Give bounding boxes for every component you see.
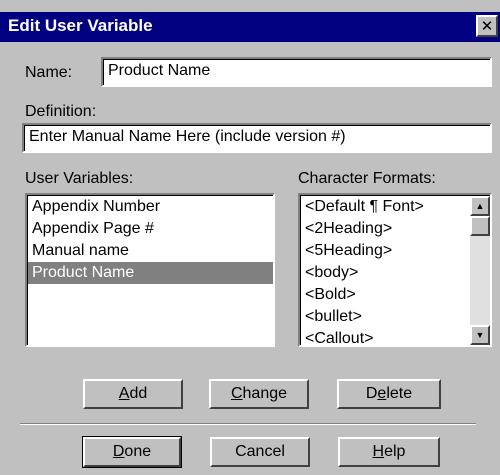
- character-formats-list[interactable]: <Default ¶ Font> <2Heading> <5Heading> <bod…: [298, 193, 492, 347]
- cancel-button-label: Cancel: [235, 443, 285, 460]
- user-variable-item[interactable]: Appendix Number: [28, 196, 273, 218]
- delete-button-label: Delete: [365, 385, 413, 402]
- character-format-item[interactable]: <bullet>: [301, 306, 470, 328]
- character-formats-scrollbar[interactable]: ▲ ▼: [470, 196, 490, 345]
- name-input[interactable]: Product Name: [101, 57, 492, 87]
- user-variables-list-items: Appendix Number Appendix Page # Manual nam…: [27, 195, 273, 345]
- scroll-down-button[interactable]: ▼: [470, 325, 490, 345]
- scroll-down-icon: ▼: [475, 330, 485, 340]
- done-button-label: Done: [112, 443, 152, 460]
- add-button[interactable]: Add: [83, 379, 183, 409]
- change-button[interactable]: Change: [209, 379, 309, 409]
- user-variables-list[interactable]: Appendix Number Appendix Page # Manual nam…: [25, 193, 275, 347]
- character-format-item[interactable]: <Bold>: [301, 284, 470, 306]
- add-button-label: Add: [118, 385, 148, 402]
- name-label: Name:: [25, 64, 73, 81]
- definition-input[interactable]: Enter Manual Name Here (include version …: [22, 123, 492, 153]
- user-variable-item[interactable]: Manual name: [28, 240, 273, 262]
- delete-button[interactable]: Delete: [337, 379, 441, 409]
- character-format-item[interactable]: <2Heading>: [301, 218, 470, 240]
- character-formats-list-body: <Default ¶ Font> <2Heading> <5Heading> <bod…: [300, 195, 490, 345]
- scroll-up-button[interactable]: ▲: [470, 196, 490, 216]
- user-variables-label: User Variables:: [25, 170, 134, 187]
- user-variable-item[interactable]: Appendix Page #: [28, 218, 273, 240]
- definition-label: Definition:: [25, 103, 97, 120]
- separator: [20, 423, 476, 425]
- change-button-label: Change: [230, 385, 288, 402]
- name-value: Product Name: [103, 59, 490, 85]
- title-bar: Edit User Variable ✕: [0, 12, 500, 42]
- character-format-item[interactable]: <body>: [301, 262, 470, 284]
- character-formats-list-items: <Default ¶ Font> <2Heading> <5Heading> <bod…: [301, 196, 470, 345]
- done-button[interactable]: Done: [82, 436, 182, 468]
- scroll-thumb[interactable]: [470, 216, 490, 236]
- character-format-item[interactable]: <Default ¶ Font>: [301, 196, 470, 218]
- scroll-up-icon: ▲: [475, 201, 485, 211]
- help-button-label: Help: [372, 443, 406, 460]
- edit-user-variable-dialog: Edit User Variable ✕ Name: Product Name …: [0, 0, 500, 475]
- user-variable-item[interactable]: Product Name: [28, 262, 273, 284]
- definition-value: Enter Manual Name Here (include version …: [24, 125, 490, 151]
- close-button[interactable]: ✕: [476, 15, 498, 37]
- cancel-button[interactable]: Cancel: [210, 437, 310, 467]
- character-formats-label: Character Formats:: [298, 170, 436, 187]
- close-icon: ✕: [480, 17, 494, 35]
- character-format-item[interactable]: <Callout>: [301, 328, 470, 345]
- dialog-title: Edit User Variable: [8, 16, 153, 35]
- help-button[interactable]: Help: [338, 437, 440, 467]
- character-format-item[interactable]: <5Heading>: [301, 240, 470, 262]
